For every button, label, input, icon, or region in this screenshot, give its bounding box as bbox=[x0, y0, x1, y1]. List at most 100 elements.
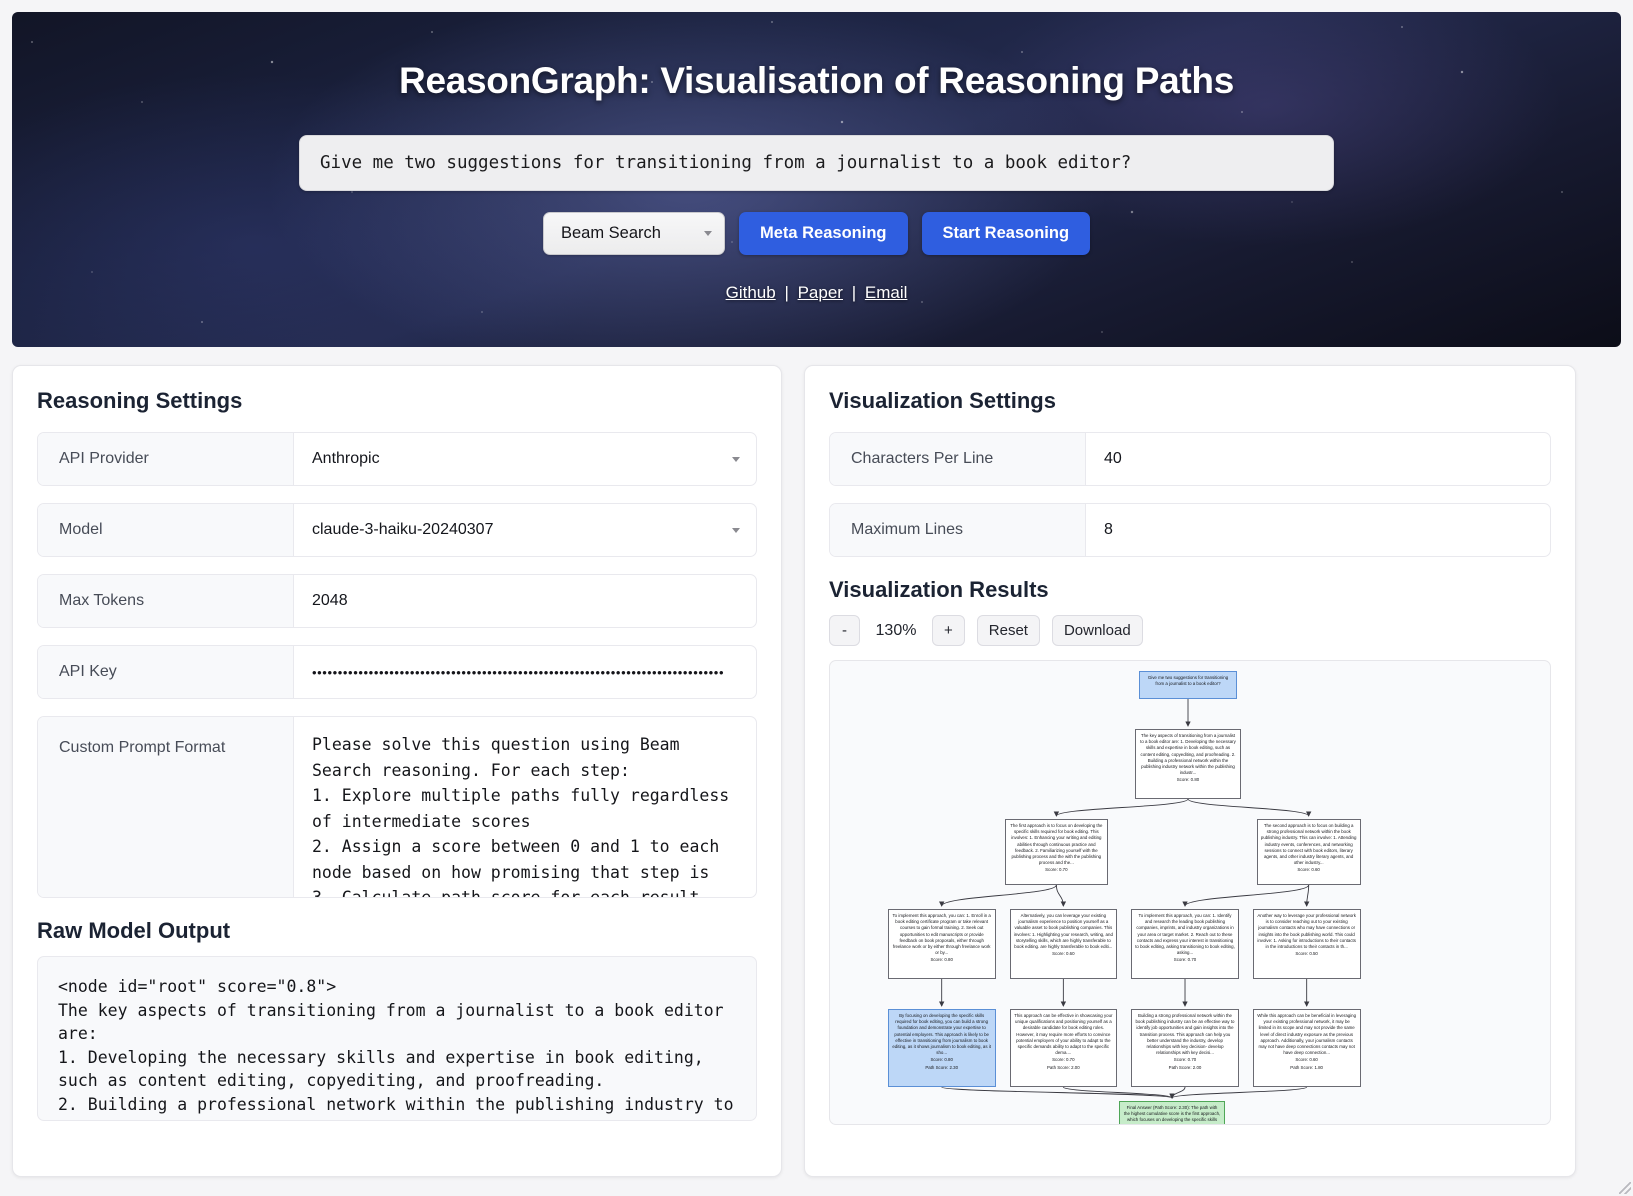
link-separator-1: | bbox=[780, 283, 792, 302]
field-label: Characters Per Line bbox=[830, 433, 1086, 485]
tree-node-score: Score: 0.60 bbox=[1261, 867, 1357, 873]
tree-node-text: The first approach is to focus on develo… bbox=[1009, 823, 1105, 866]
raw-model-output-text[interactable]: <node id="root" score="0.8"> The key asp… bbox=[37, 956, 757, 1121]
tree-node-text: Give me two suggestions for transitionin… bbox=[1143, 675, 1233, 687]
model-value: claude-3-haiku-20240307 bbox=[312, 521, 493, 539]
tree-node-b2f[interactable]: While this approach can be beneficial in… bbox=[1253, 1009, 1361, 1087]
start-reasoning-button[interactable]: Start Reasoning bbox=[922, 212, 1091, 255]
zoom-level-label: 130% bbox=[872, 622, 920, 640]
field-api-provider[interactable]: API Provider Anthropic bbox=[37, 432, 757, 486]
field-model[interactable]: Model claude-3-haiku-20240307 bbox=[37, 503, 757, 557]
characters-per-line-value: 40 bbox=[1104, 450, 1122, 468]
tree-node-text: This approach can be effective in showca… bbox=[1014, 1013, 1114, 1056]
field-label: API Key bbox=[38, 646, 294, 698]
chevron-down-icon bbox=[704, 231, 712, 236]
reasoning-settings-title: Reasoning Settings bbox=[37, 388, 757, 414]
tree-node-a2[interactable]: Alternatively, you can leverage your exi… bbox=[1010, 909, 1118, 979]
tree-edge bbox=[1056, 799, 1188, 816]
field-label: API Provider bbox=[38, 433, 294, 485]
raw-model-output-title: Raw Model Output bbox=[37, 918, 757, 944]
tree-node-score: Score: 0.80 bbox=[1139, 777, 1237, 783]
hero-banner: ReasonGraph: Visualisation of Reasoning … bbox=[12, 12, 1621, 347]
visualization-results-title: Visualization Results bbox=[829, 577, 1551, 603]
reasoning-method-select[interactable]: Beam Search bbox=[543, 212, 725, 255]
tree-node-a1f[interactable]: By focusing on developing the specific s… bbox=[888, 1009, 996, 1087]
tree-node-path-score: Path Score: 2.30 bbox=[892, 1065, 992, 1071]
tree-node-score: Score: 0.80 bbox=[892, 1057, 992, 1063]
meta-reasoning-button[interactable]: Meta Reasoning bbox=[739, 212, 908, 255]
reasoning-method-value: Beam Search bbox=[561, 224, 661, 243]
tree-node-b[interactable]: The second approach is to focus on build… bbox=[1257, 819, 1361, 885]
field-label: Model bbox=[38, 504, 294, 556]
tree-node-text: The key aspects of transitioning from a … bbox=[1139, 733, 1237, 776]
tree-node-a1[interactable]: To implement this approach, you can: 1. … bbox=[888, 909, 996, 979]
tree-edge bbox=[1056, 885, 1063, 906]
query-text: Give me two suggestions for transitionin… bbox=[320, 153, 1131, 173]
tree-node-text: Building a strong professional network w… bbox=[1135, 1013, 1235, 1056]
tree-node-path-score: Path Score: 2.00 bbox=[1135, 1065, 1235, 1071]
tree-node-score: Score: 0.60 bbox=[1257, 1057, 1357, 1063]
field-value-wrap[interactable]: Anthropic bbox=[294, 433, 756, 485]
tree-node-b2[interactable]: Another way to leverage your professiona… bbox=[1253, 909, 1361, 979]
chevron-down-icon bbox=[732, 528, 740, 533]
field-characters-per-line[interactable]: Characters Per Line 40 bbox=[829, 432, 1551, 486]
tree-node-path-score: Path Score: 1.80 bbox=[1257, 1065, 1357, 1071]
api-provider-value: Anthropic bbox=[312, 450, 380, 468]
email-link[interactable]: Email bbox=[865, 283, 908, 302]
tree-edge bbox=[942, 1087, 1172, 1098]
tree-node-query[interactable]: Give me two suggestions for transitionin… bbox=[1139, 671, 1237, 699]
tree-node-a2f[interactable]: This approach can be effective in showca… bbox=[1010, 1009, 1118, 1087]
tree-node-text: Another way to leverage your professiona… bbox=[1257, 913, 1357, 950]
field-value-wrap[interactable]: 40 bbox=[1086, 433, 1550, 485]
reset-button[interactable]: Reset bbox=[977, 615, 1040, 646]
tree-node-a[interactable]: The first approach is to focus on develo… bbox=[1005, 819, 1109, 885]
footer-links: Github | Paper | Email bbox=[12, 283, 1621, 303]
tree-node-path-score: Path Score: 2.00 bbox=[1014, 1065, 1114, 1071]
tree-node-score: Score: 0.60 bbox=[1014, 951, 1114, 957]
tree-node-text: The second approach is to focus on build… bbox=[1261, 823, 1357, 866]
field-value-wrap[interactable]: 8 bbox=[1086, 504, 1550, 556]
custom-prompt-textarea[interactable]: Please solve this question using Beam Se… bbox=[294, 717, 756, 897]
field-label: Custom Prompt Format bbox=[38, 717, 294, 897]
query-input[interactable]: Give me two suggestions for transitionin… bbox=[299, 135, 1334, 191]
tree-edge bbox=[1063, 1087, 1172, 1098]
tree-node-root[interactable]: The key aspects of transitioning from a … bbox=[1135, 729, 1241, 799]
chevron-down-icon bbox=[732, 457, 740, 462]
field-api-key[interactable]: API Key ••••••••••••••••••••••••••••••••… bbox=[37, 645, 757, 699]
visualization-canvas[interactable]: Give me two suggestions for transitionin… bbox=[829, 660, 1551, 1125]
link-separator-2: | bbox=[848, 283, 860, 302]
maximum-lines-value: 8 bbox=[1104, 521, 1113, 539]
download-button[interactable]: Download bbox=[1052, 615, 1143, 646]
field-label: Max Tokens bbox=[38, 575, 294, 627]
zoom-in-button[interactable]: + bbox=[932, 615, 965, 646]
zoom-out-button[interactable]: - bbox=[829, 615, 860, 646]
tree-edge bbox=[942, 885, 1057, 906]
tree-edge bbox=[1307, 885, 1309, 906]
field-value-wrap[interactable]: ••••••••••••••••••••••••••••••••••••••••… bbox=[294, 646, 756, 698]
field-maximum-lines[interactable]: Maximum Lines 8 bbox=[829, 503, 1551, 557]
tree-node-text: While this approach can be beneficial in… bbox=[1257, 1013, 1357, 1056]
tree-edge bbox=[1188, 799, 1309, 816]
tree-node-score: Score: 0.70 bbox=[1014, 1057, 1114, 1063]
main-columns: Reasoning Settings API Provider Anthropi… bbox=[0, 347, 1633, 1177]
tree-node-text: To implement this approach, you can: 1. … bbox=[892, 913, 992, 956]
field-value-wrap[interactable]: claude-3-haiku-20240307 bbox=[294, 504, 756, 556]
action-button-row: Beam Search Meta Reasoning Start Reasoni… bbox=[12, 212, 1621, 255]
visualization-settings-title: Visualization Settings bbox=[829, 388, 1551, 414]
tree-node-b1f[interactable]: Building a strong professional network w… bbox=[1131, 1009, 1239, 1087]
tree-node-score: Score: 0.80 bbox=[892, 957, 992, 963]
github-link[interactable]: Github bbox=[726, 283, 776, 302]
tree-node-text: Alternatively, you can leverage your exi… bbox=[1014, 913, 1114, 950]
tree-node-score: Score: 0.70 bbox=[1135, 957, 1235, 963]
paper-link[interactable]: Paper bbox=[798, 283, 843, 302]
tree-node-b1[interactable]: To implement this approach, you can: 1. … bbox=[1131, 909, 1239, 979]
tree-node-text: By focusing on developing the specific s… bbox=[892, 1013, 992, 1056]
reasoning-settings-panel: Reasoning Settings API Provider Anthropi… bbox=[12, 365, 782, 1177]
tree-node-text: To implement this approach, you can: 1. … bbox=[1135, 913, 1235, 956]
field-value-wrap[interactable]: 2048 bbox=[294, 575, 756, 627]
visualization-settings-panel: Visualization Settings Characters Per Li… bbox=[804, 365, 1576, 1177]
field-custom-prompt[interactable]: Custom Prompt Format Please solve this q… bbox=[37, 716, 757, 898]
field-max-tokens[interactable]: Max Tokens 2048 bbox=[37, 574, 757, 628]
api-key-value: ••••••••••••••••••••••••••••••••••••••••… bbox=[312, 665, 724, 680]
tree-node-final[interactable]: Final Answer (Path Score: 2.30): The pat… bbox=[1119, 1101, 1225, 1125]
